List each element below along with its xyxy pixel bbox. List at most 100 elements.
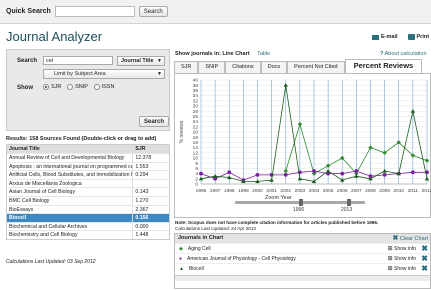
sjr-cell: 1.448: [135, 232, 149, 239]
sjr-cell: 0.143: [135, 189, 149, 196]
table-row[interactable]: Asian Journal of Cell Biology 0.143: [7, 187, 169, 196]
tab-percent-not-cited[interactable]: Percent Not Cited: [287, 61, 345, 73]
data-point: [283, 83, 288, 87]
remove-icon[interactable]: ✖: [421, 254, 428, 263]
table-row[interactable]: Annual Review of Cell and Developmental …: [7, 153, 169, 162]
diamond-marker-icon: ◆: [179, 245, 183, 252]
journal-name: Biocell: [188, 265, 204, 272]
data-point: [410, 109, 416, 113]
chart-area: 0 2 4 6 8 10 12 14 16 18 20 22 24 26 28 30 32 34 36 38 40 199…: [174, 73, 431, 218]
y-tick-label: 16: [193, 140, 199, 146]
y-tick-label: 34: [193, 93, 199, 99]
print-icon: [407, 34, 415, 40]
zoom-handle-end: [347, 199, 351, 206]
search-button[interactable]: Search: [139, 116, 170, 127]
journals-in-chart: Journals in Chart ✖ Clear Chart ◆ Aging C…: [174, 233, 431, 289]
subject-area-select[interactable]: Limit by Subject Area ▼: [43, 69, 165, 79]
data-point: [424, 158, 430, 163]
zoom-to-label: 2013: [341, 207, 352, 213]
quick-search-button[interactable]: Search: [138, 6, 168, 17]
x-tick-label: 2008: [365, 188, 376, 194]
data-point: [283, 168, 288, 174]
table-row[interactable]: BMC Cell Biology 1.270: [7, 195, 169, 205]
tab-snip[interactable]: SNIP: [198, 61, 226, 73]
radio-issn[interactable]: ISSN: [93, 84, 114, 90]
x-tick-label: 2001: [266, 188, 277, 194]
show-info-button[interactable]: ⊞ Show info: [388, 255, 416, 262]
page-title: Journal Analyzer: [6, 29, 103, 44]
scopus-note: Note: Scopus does not have complete cita…: [175, 220, 379, 225]
print-action[interactable]: Print: [407, 34, 429, 40]
x-tick-label: 1998: [224, 188, 235, 194]
email-icon: [372, 34, 379, 40]
show-info-button[interactable]: ⊞ Show info: [388, 265, 416, 272]
radio-snip[interactable]: SNIP: [67, 84, 88, 90]
table-row[interactable]: Biochemical and Cellular Archives 0.000: [7, 221, 169, 231]
about-calculation-link[interactable]: ? About calculation: [380, 51, 427, 57]
table-row[interactable]: Apoptosis : an international journal on …: [7, 161, 169, 171]
data-point: [255, 173, 260, 177]
tab-sjr[interactable]: SJR: [174, 61, 199, 73]
x-tick-label: 2012: [422, 188, 431, 194]
journal-title-cell: Apoptosis : an international journal on …: [9, 162, 134, 171]
chevron-down-icon: ▼: [157, 58, 162, 64]
x-tick-label: 2003: [295, 188, 306, 194]
table-row[interactable]: Biocell 0.156: [7, 213, 169, 222]
data-point: [297, 176, 303, 181]
x-tick-label: 2002: [280, 188, 291, 194]
search-input[interactable]: cel: [43, 56, 113, 65]
x-tick-label: 2011: [408, 188, 419, 194]
table-link[interactable]: Table: [257, 51, 270, 57]
zoom-handle-start: [299, 199, 303, 206]
remove-icon[interactable]: ✖: [421, 264, 428, 273]
data-point: [212, 174, 218, 178]
journal-name: American Journal of Physiology - Cell Ph…: [187, 255, 296, 262]
y-tick-label: 36: [193, 88, 199, 94]
table-row[interactable]: Artificial Cells, Blood Substitutes, and…: [7, 170, 169, 179]
show-info-button[interactable]: ⊞ Show info: [388, 245, 416, 252]
results-table: Journal Title SJR Annual Review of Cell …: [6, 144, 170, 240]
tab-docs[interactable]: Docs: [260, 61, 288, 73]
data-point: [382, 173, 387, 177]
quick-search-input[interactable]: [54, 6, 135, 17]
remove-icon[interactable]: ✖: [421, 244, 428, 253]
y-tick-label: 26: [193, 114, 199, 120]
data-point: [382, 168, 387, 173]
journal-chart-row: ◆ Aging Cell ⊞ Show info ✖: [175, 243, 430, 253]
data-point: [424, 176, 430, 181]
metric-tabs: SJR SNIP Citations Docs Percent Not Cite…: [174, 59, 423, 73]
data-point: [312, 169, 316, 173]
y-tick-label: 28: [193, 109, 199, 115]
quick-search-label: Quick Search: [6, 8, 51, 15]
zoom-year-label: Zoom Year: [265, 195, 292, 201]
y-tick-label: 38: [193, 83, 199, 89]
journal-title-cell: Biochemistry and Cell Biology: [7, 231, 134, 239]
x-tick-label: 1997: [210, 188, 221, 194]
field-select[interactable]: Journal Title ▼: [117, 56, 165, 66]
y-axis-label: % reviews: [179, 120, 185, 143]
table-header: Journal Title SJR: [7, 145, 169, 153]
horizontal-scrollbar[interactable]: [175, 275, 430, 281]
y-tick-label: 40: [193, 78, 199, 84]
sjr-cell: 1.270: [135, 197, 149, 204]
email-action[interactable]: E-mail: [372, 34, 398, 40]
col-sjr[interactable]: SJR: [133, 145, 169, 153]
y-tick-label: 12: [193, 150, 199, 156]
tab-citations[interactable]: Citations: [225, 61, 261, 73]
table-row[interactable]: Biochemistry and Cell Biology 1.448: [7, 230, 169, 239]
tab-percent-reviews[interactable]: Percent Reviews: [344, 59, 423, 73]
table-row[interactable]: BioEssays 2.367: [7, 204, 169, 214]
data-point: [199, 171, 203, 176]
sjr-cell: 0.294: [135, 172, 149, 179]
y-tick-label: 8: [195, 161, 198, 167]
col-journal-title[interactable]: Journal Title: [7, 145, 134, 153]
sjr-cell: 2.367: [135, 206, 149, 213]
chevron-down-icon: ▼: [157, 71, 162, 77]
radio-sjr[interactable]: SJR: [43, 84, 61, 90]
journal-title-cell: Asian Journal of Cell Biology: [7, 188, 134, 196]
table-row[interactable]: Arxius de Miscellània Zoologica: [7, 178, 169, 188]
quick-search-bar: Quick Search Search: [0, 0, 431, 24]
data-point: [325, 163, 331, 168]
field-select-label: Journal Title: [121, 58, 154, 64]
y-tick-label: 0: [195, 182, 198, 188]
